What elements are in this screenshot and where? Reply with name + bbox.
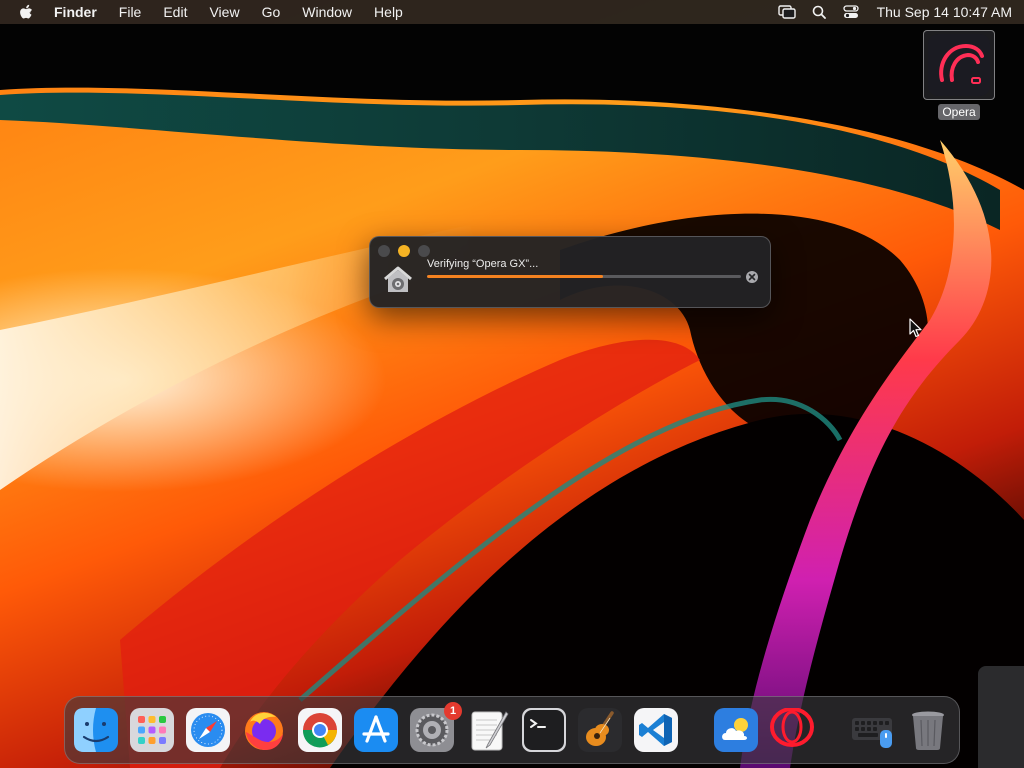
menu-finder[interactable]: Finder — [54, 0, 97, 24]
menu-file[interactable]: File — [119, 0, 142, 24]
vscode-icon — [634, 708, 678, 752]
menu-bar: Finder File Edit View Go Window Help Thu… — [0, 0, 1024, 24]
dock-keyboard-viewer[interactable] — [850, 708, 894, 752]
control-center-icon[interactable] — [841, 0, 861, 24]
verifying-progress-window[interactable]: Verifying “Opera GX”... — [369, 236, 771, 308]
close-window-button[interactable] — [378, 245, 390, 257]
terminal-icon — [522, 708, 566, 752]
dock-chrome[interactable] — [298, 708, 342, 752]
keyboard-viewer-icon — [852, 718, 892, 748]
opera-gx-icon-tile — [928, 34, 990, 96]
minimize-window-button[interactable] — [398, 245, 410, 257]
zoom-window-button[interactable] — [418, 245, 430, 257]
chrome-icon — [298, 708, 342, 752]
dock-app-store[interactable] — [354, 708, 398, 752]
dock-finder[interactable] — [74, 708, 118, 752]
installer-house-icon — [382, 264, 414, 296]
progress-bar-fill — [427, 275, 603, 278]
garageband-icon — [578, 708, 622, 752]
progress-title: Verifying “Opera GX”... — [427, 258, 539, 270]
dock-firefox[interactable] — [242, 708, 286, 752]
dock-weather[interactable] — [714, 708, 758, 752]
dock-garageband[interactable] — [578, 708, 622, 752]
stop-x-icon[interactable] — [746, 271, 758, 283]
dock-launchpad[interactable] — [130, 708, 174, 752]
desktop-icon-opera[interactable]: Opera — [922, 30, 996, 120]
dock-terminal[interactable] — [522, 708, 566, 752]
opera-gx-installer-icon[interactable] — [923, 30, 995, 100]
trash-icon — [912, 711, 944, 750]
menu-edit[interactable]: Edit — [163, 0, 187, 24]
finder-icon — [74, 708, 118, 752]
progress-bar — [427, 275, 741, 278]
textedit-icon — [471, 711, 509, 751]
opera-icon — [770, 708, 814, 747]
menu-window[interactable]: Window — [302, 0, 352, 24]
dock-vscode[interactable] — [634, 708, 678, 752]
spotlight-search-icon[interactable] — [809, 0, 829, 24]
firefox-icon — [245, 712, 283, 750]
dock: 1 — [64, 696, 960, 764]
dock-trash[interactable] — [906, 708, 950, 752]
dock-textedit[interactable] — [466, 708, 510, 752]
weather-icon — [714, 708, 758, 752]
apple-logo-icon[interactable] — [18, 3, 34, 21]
dock-opera[interactable] — [770, 708, 814, 752]
menu-view[interactable]: View — [209, 0, 239, 24]
opera-gx-glyph — [939, 43, 984, 84]
window-controls — [378, 245, 430, 257]
screen-mirroring-icon[interactable] — [777, 0, 797, 24]
menubar-clock[interactable]: Thu Sep 14 10:47 AM — [877, 4, 1012, 20]
safari-icon — [186, 708, 230, 752]
dock-safari[interactable] — [186, 708, 230, 752]
desktop-icon-label[interactable]: Opera — [938, 104, 980, 120]
mouse-cursor-icon — [909, 318, 923, 338]
dock-system-settings[interactable]: 1 — [410, 702, 462, 752]
notification-badge: 1 — [444, 702, 462, 720]
app-store-icon — [354, 708, 398, 752]
menu-go[interactable]: Go — [262, 0, 281, 24]
desktop-wallpaper — [0, 0, 1024, 768]
notification-edge-panel[interactable] — [978, 666, 1024, 768]
launchpad-icon — [130, 708, 174, 752]
menu-help[interactable]: Help — [374, 0, 403, 24]
